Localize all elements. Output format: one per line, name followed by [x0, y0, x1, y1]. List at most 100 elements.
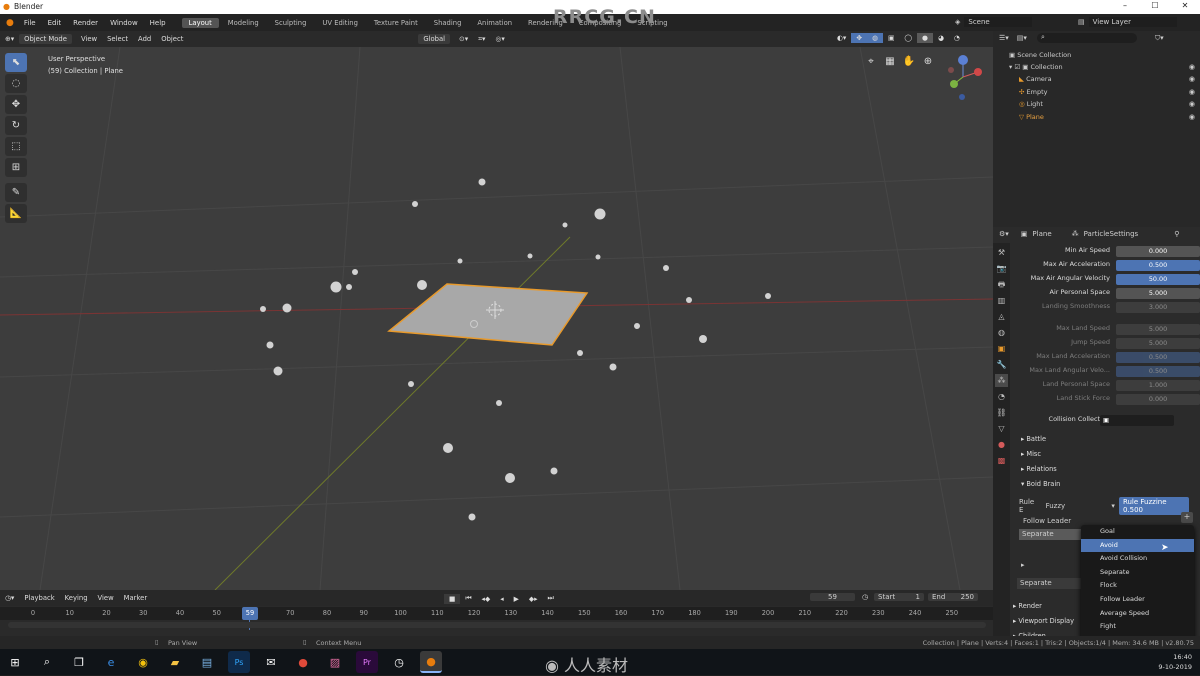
dropdown-option-flock[interactable]: Flock	[1081, 579, 1194, 593]
outliner-display-icon[interactable]: ▤▾	[1017, 34, 1027, 42]
photoshop-icon[interactable]: Ps	[228, 651, 250, 673]
property-value-field[interactable]: 0.000	[1116, 394, 1200, 405]
pivot-icon[interactable]: ⊙▾	[454, 34, 473, 44]
panel-render[interactable]: ▸ Render	[1013, 602, 1042, 610]
wireframe-shading-icon[interactable]: ◯	[899, 33, 917, 43]
properties-editor-icon[interactable]: ⚙▾	[999, 230, 1009, 238]
overlay-icon[interactable]: ◍	[867, 33, 883, 43]
snap-icon[interactable]: ⌗▾	[473, 34, 490, 45]
physics-tab-icon[interactable]: ◔	[995, 390, 1008, 403]
pin-icon[interactable]: ⚲	[1174, 230, 1179, 238]
premiere-icon[interactable]: Pr	[356, 651, 378, 673]
system-clock[interactable]: 16:40 9-10-2019	[1158, 652, 1192, 672]
property-value-field[interactable]: 0.500	[1116, 366, 1200, 377]
rule-type-arrow-icon[interactable]: ▾	[1111, 502, 1115, 510]
dropdown-option-avoid[interactable]: Avoid	[1081, 538, 1194, 553]
notepad-icon[interactable]: ▤	[196, 651, 218, 673]
timeline-menu-keying[interactable]: Keying	[60, 593, 93, 603]
dropdown-option-fight[interactable]: Fight	[1081, 620, 1194, 634]
outliner-editor-icon[interactable]: ☰▾	[999, 34, 1009, 42]
collapse-arrow-icon[interactable]: ▸	[1021, 561, 1025, 569]
edge-browser-icon[interactable]: e	[100, 651, 122, 673]
particles-tab-icon[interactable]: ⁂	[995, 374, 1008, 387]
camera-view-icon[interactable]: ⌖	[864, 55, 878, 69]
prev-key-icon[interactable]: ◂◆	[477, 594, 496, 604]
blender-menu-icon[interactable]: ●	[6, 18, 14, 28]
dropdown-option-separate[interactable]: Separate	[1081, 566, 1194, 580]
zoom-icon[interactable]: ⊕	[921, 55, 935, 69]
dropdown-option-average-speed[interactable]: Average Speed	[1081, 607, 1194, 621]
eye-icon[interactable]: ◉	[1189, 75, 1195, 83]
transform-tool-icon[interactable]: ⊞	[5, 158, 27, 177]
outliner-item-camera[interactable]: ◣ Camera ◉	[1019, 75, 1200, 87]
start-frame-field[interactable]: Start 1	[874, 593, 924, 601]
visibility-icon[interactable]: ◐▾	[832, 33, 851, 43]
paint-icon[interactable]: ▨	[324, 651, 346, 673]
minimize-icon[interactable]: –	[1110, 1, 1140, 10]
menu-file[interactable]: File	[18, 19, 42, 27]
modifier-tab-icon[interactable]: 🔧	[995, 358, 1008, 371]
eye-icon[interactable]: ◉	[1189, 63, 1195, 71]
eye-icon[interactable]: ◉	[1189, 88, 1195, 96]
workspace-tab-layout[interactable]: Layout	[181, 17, 219, 28]
panel-viewport-display[interactable]: ▸ Viewport Display	[1013, 617, 1074, 625]
gizmo-icon[interactable]: ✥	[851, 33, 868, 43]
proportional-edit-icon[interactable]: ◎▾	[490, 34, 509, 44]
property-value-field[interactable]: 5.000	[1116, 338, 1200, 349]
clock-app-icon[interactable]: ◷	[388, 651, 410, 673]
render-tab-icon[interactable]: 📷	[995, 262, 1008, 275]
workspace-tab-sculpting[interactable]: Sculpting	[268, 18, 314, 28]
filter-icon[interactable]: ⛉▾	[1155, 34, 1164, 43]
property-value-field[interactable]: 50.00	[1116, 274, 1200, 285]
mode-selector[interactable]: Object Mode	[19, 34, 72, 44]
measure-tool-icon[interactable]: 📐	[5, 204, 27, 223]
frame-ruler[interactable]: 0 10 20 30 40 50 70 80 90 100 110 120 130 140 150 160 17…	[0, 607, 993, 620]
collision-collection-field[interactable]: ▣	[1100, 415, 1174, 426]
timeline-menu-marker[interactable]: Marker	[119, 593, 153, 603]
maximize-icon[interactable]: ☐	[1140, 1, 1170, 10]
timeline-scrollbar[interactable]	[8, 622, 986, 628]
jump-end-icon[interactable]: ⏭	[542, 593, 558, 604]
outliner-item-plane[interactable]: ▽ Plane ◉	[1019, 113, 1200, 125]
outliner-item-empty[interactable]: ✣ Empty ◉	[1019, 88, 1200, 100]
xray-icon[interactable]: ▣	[883, 33, 899, 43]
eye-icon[interactable]: ◉	[1189, 100, 1195, 108]
dropdown-option-avoid-collision[interactable]: Avoid Collision	[1081, 552, 1194, 566]
windows-start-icon[interactable]: ⊞	[4, 651, 26, 673]
material-shading-icon[interactable]: ◕	[933, 33, 949, 43]
viewport-menu-object[interactable]: Object	[156, 34, 188, 44]
move-tool-icon[interactable]: ✥	[5, 95, 27, 114]
outliner-item-light[interactable]: ◎ Light ◉	[1019, 100, 1200, 112]
object-tab-icon[interactable]: ▣	[995, 342, 1008, 355]
end-frame-field[interactable]: End 250	[928, 593, 978, 601]
scene-tab-icon[interactable]: ◬	[995, 310, 1008, 323]
output-tab-icon[interactable]: 🖶	[995, 278, 1008, 291]
separate-list-item[interactable]: Separate	[1019, 529, 1081, 540]
stop-icon[interactable]: ■	[444, 593, 461, 604]
panel-battle[interactable]: ▸ Battle	[1021, 435, 1046, 443]
separate-field[interactable]: Separate	[1017, 578, 1081, 589]
workspace-tab-animation[interactable]: Animation	[470, 18, 519, 28]
preview-range-icon[interactable]: ◷	[862, 593, 868, 601]
grid-view-icon[interactable]: ▦	[883, 55, 897, 69]
property-value-field[interactable]: 0.500	[1116, 352, 1200, 363]
cursor-tool-icon[interactable]: ◌	[5, 74, 27, 93]
solid-shading-icon[interactable]: ●	[917, 33, 933, 43]
rotate-tool-icon[interactable]: ↻	[5, 116, 27, 135]
menu-window[interactable]: Window	[104, 19, 144, 27]
navigation-gizmo[interactable]	[946, 52, 986, 102]
close-icon[interactable]: ✕	[1170, 1, 1200, 10]
add-rule-button[interactable]: +	[1181, 512, 1193, 523]
collection-item[interactable]: ▾ ☑ ▣ Collection ◉	[1009, 63, 1200, 75]
current-frame-field[interactable]: 59	[810, 593, 855, 601]
menu-help[interactable]: Help	[144, 19, 172, 27]
rendered-shading-icon[interactable]: ◔	[949, 33, 965, 43]
property-value-field[interactable]: 3.000	[1116, 302, 1200, 313]
viewport-menu-select[interactable]: Select	[102, 34, 133, 44]
timeline-editor-icon[interactable]: ◷▾	[0, 593, 19, 603]
panel-boid-brain[interactable]: ▾ Boid Brain	[1021, 480, 1060, 488]
workspace-tab-modeling[interactable]: Modeling	[221, 18, 266, 28]
search-icon[interactable]: ⌕	[36, 651, 58, 673]
timeline-menu-view[interactable]: View	[93, 593, 119, 603]
editor-type-icon[interactable]: ⊕▾	[0, 34, 19, 44]
